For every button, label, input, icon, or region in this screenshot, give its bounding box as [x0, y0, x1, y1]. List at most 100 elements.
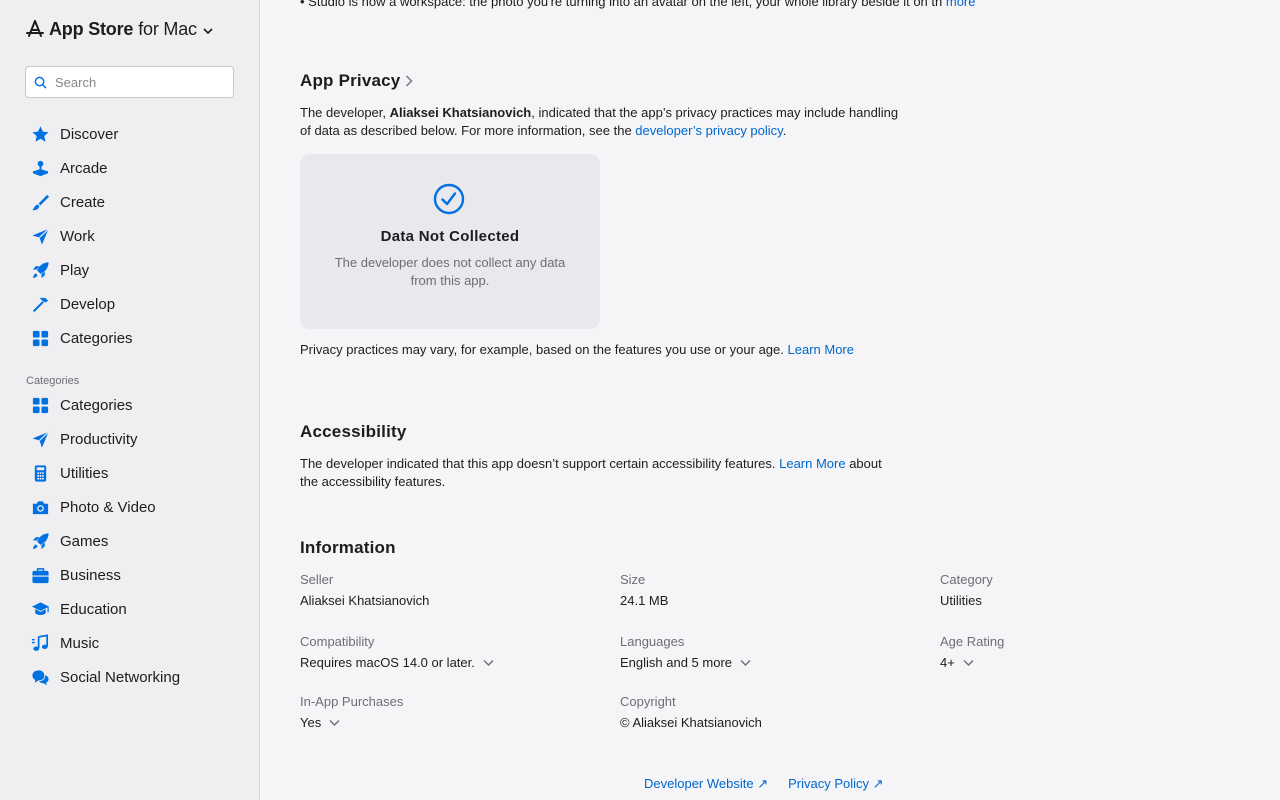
category-label: Productivity — [60, 430, 138, 448]
developer-website-link[interactable]: Developer Website ↗ — [644, 776, 768, 792]
category-item-social-networking[interactable]: Social Networking — [25, 660, 245, 694]
main-content: • Studio is now a workspace: the photo y… — [261, 0, 1280, 800]
nav-item-create[interactable]: Create — [25, 185, 245, 219]
whats-new-text: • Studio is now a workspace: the photo y… — [300, 0, 976, 9]
information-title: Information — [300, 538, 396, 557]
privacy-intro: The developer, Aliaksei Khatsianovich, i… — [300, 104, 900, 140]
category-item-education[interactable]: Education — [25, 592, 245, 626]
grid-icon — [30, 328, 50, 348]
category-item-music[interactable]: Music — [25, 626, 245, 660]
nav-label: Play — [60, 261, 90, 279]
nav-item-work[interactable]: Work — [25, 219, 245, 253]
nav-label: Develop — [60, 295, 116, 313]
privacy-intro-text: The developer, — [300, 105, 390, 120]
sidebar: App Store for Mac Discover Arcade Create… — [0, 0, 260, 800]
joystick-icon — [30, 158, 50, 178]
chevron-right-icon — [406, 75, 414, 87]
compatibility-toggle[interactable]: Requires macOS 14.0 or later. — [300, 655, 494, 670]
category-label: Photo & Video — [60, 498, 156, 516]
privacy-note: Privacy practices may vary, for example,… — [300, 341, 920, 359]
brand-title: App Store — [49, 18, 134, 39]
search-icon — [34, 76, 47, 89]
category-nav: Categories Productivity Utilities Photo … — [25, 388, 245, 694]
grid-icon — [30, 395, 50, 415]
copyright-value: © Aliaksei Khatsianovich — [620, 715, 762, 730]
camera-icon — [30, 497, 50, 517]
card-description: The developer does not collect any data … — [334, 255, 566, 288]
age-rating-label: Age Rating — [940, 634, 1005, 649]
footer-links: Developer Website ↗ Privacy Policy ↗ — [644, 776, 884, 792]
nav-item-categories[interactable]: Categories — [25, 321, 245, 355]
accessibility-text: The developer indicated that this app do… — [300, 455, 900, 491]
nav-item-play[interactable]: Play — [25, 253, 245, 287]
search-box[interactable] — [25, 66, 234, 98]
privacy-policy-footer-link[interactable]: Privacy Policy ↗ — [788, 776, 883, 792]
main-nav: Discover Arcade Create Work Play Develop… — [25, 117, 245, 355]
card-title: Data Not Collected — [380, 228, 520, 245]
calculator-icon — [30, 463, 50, 483]
rocket-icon — [30, 531, 50, 551]
category-value: Utilities — [940, 593, 982, 608]
category-label: Categories — [60, 396, 133, 414]
chevron-down-icon — [963, 659, 974, 666]
chevron-down-icon — [329, 719, 340, 726]
graduationcap-icon — [30, 599, 50, 619]
languages-value: English and 5 more — [620, 655, 733, 670]
accessibility-title: Accessibility — [300, 422, 407, 441]
checkmark-circle-icon — [433, 183, 465, 215]
category-label: Music — [60, 634, 100, 652]
chat-bubbles-icon — [30, 667, 50, 687]
star-icon — [30, 124, 50, 144]
nav-label: Arcade — [60, 159, 108, 177]
paperplane-icon — [30, 429, 50, 449]
paintbrush-icon — [30, 192, 50, 212]
app-privacy-title: App Privacy — [300, 71, 401, 90]
privacy-intro-text: . — [782, 123, 787, 138]
rocket-icon — [30, 260, 50, 280]
category-item-games[interactable]: Games — [25, 524, 245, 558]
in-app-purchases-value: Yes — [300, 715, 322, 730]
nav-item-develop[interactable]: Develop — [25, 287, 245, 321]
in-app-purchases-toggle[interactable]: Yes — [300, 715, 340, 730]
app-store-logo-icon — [26, 20, 44, 37]
more-link[interactable]: more — [946, 0, 976, 9]
category-item-categories[interactable]: Categories — [25, 388, 245, 422]
category-label: Utilities — [60, 464, 109, 482]
nav-label: Work — [60, 227, 95, 245]
chevron-down-icon — [740, 659, 751, 666]
compatibility-value: Requires macOS 14.0 or later. — [300, 655, 475, 670]
data-not-collected-card: Data Not Collected The developer does no… — [300, 154, 600, 329]
chevron-down-icon — [483, 659, 494, 666]
languages-toggle[interactable]: English and 5 more — [620, 655, 751, 670]
age-rating-toggle[interactable]: 4+ — [940, 655, 974, 670]
nav-item-discover[interactable]: Discover — [25, 117, 245, 151]
app-privacy-header[interactable]: App Privacy — [300, 71, 414, 91]
category-label: Education — [60, 600, 127, 618]
learn-more-accessibility-link[interactable]: Learn More — [779, 456, 845, 471]
nav-label: Create — [60, 193, 106, 211]
nav-item-arcade[interactable]: Arcade — [25, 151, 245, 185]
search-input[interactable] — [55, 74, 225, 90]
category-label: Category — [940, 572, 993, 587]
category-item-photo-video[interactable]: Photo & Video — [25, 490, 245, 524]
category-label: Games — [60, 532, 109, 550]
category-label: Social Networking — [60, 668, 181, 686]
nav-label: Discover — [60, 125, 119, 143]
briefcase-icon — [30, 565, 50, 585]
category-item-productivity[interactable]: Productivity — [25, 422, 245, 456]
music-note-icon — [30, 633, 50, 653]
category-item-business[interactable]: Business — [25, 558, 245, 592]
privacy-note-text: Privacy practices may vary, for example,… — [300, 342, 788, 357]
copyright-label: Copyright — [620, 694, 676, 709]
category-label: Business — [60, 566, 121, 584]
category-item-utilities[interactable]: Utilities — [25, 456, 245, 490]
learn-more-privacy-link[interactable]: Learn More — [788, 342, 854, 357]
app-store-menu[interactable]: App Store for Mac — [25, 18, 214, 40]
in-app-purchases-label: In-App Purchases — [300, 694, 404, 709]
compatibility-label: Compatibility — [300, 634, 375, 649]
whats-new-snippet: • Studio is now a workspace: the photo y… — [300, 0, 943, 9]
privacy-policy-link[interactable]: developer’s privacy policy — [635, 123, 782, 138]
nav-label: Categories — [60, 329, 133, 347]
chevron-down-icon — [203, 27, 213, 34]
seller-value: Aliaksei Khatsianovich — [300, 593, 430, 608]
